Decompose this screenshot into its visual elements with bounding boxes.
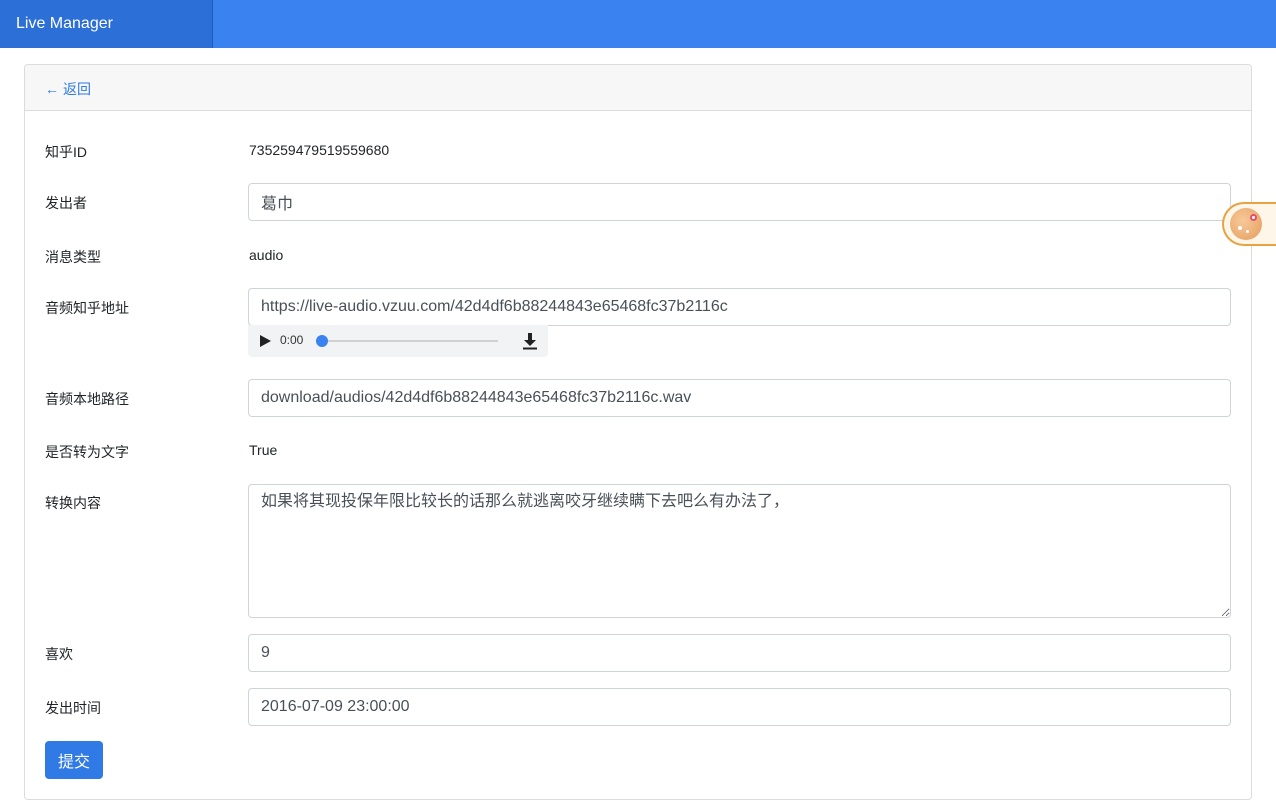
sent-time-input[interactable] — [248, 688, 1231, 726]
content-textarea[interactable]: 如果将其现投保年限比较长的话那么就逃离咬牙继续瞒下去吧么有办法了， — [248, 484, 1231, 618]
likes-label: 喜欢 — [45, 646, 73, 662]
audio-url-input[interactable] — [248, 288, 1231, 326]
audio-url-label: 音频知乎地址 — [45, 300, 129, 316]
card-header: ← 返回 — [25, 65, 1251, 111]
content-label: 转换内容 — [45, 495, 101, 511]
sent-time-label: 发出时间 — [45, 700, 101, 716]
message-type-value: audio — [249, 247, 284, 263]
message-type-label: 消息类型 — [45, 249, 101, 265]
play-icon[interactable] — [258, 334, 272, 348]
assistant-dot — [1250, 214, 1257, 221]
message-detail-card: ←返回 知乎ID 735259479519559680 发出者 消息类型 aud… — [24, 64, 1252, 800]
audio-local-path-label: 音频本地路径 — [45, 391, 129, 407]
submit-button[interactable]: 提交 — [45, 741, 103, 779]
back-label: 返回 — [63, 81, 91, 97]
audio-progress-track[interactable] — [320, 340, 498, 342]
audio-player: 0:00 — [248, 325, 548, 357]
converted-value: True — [249, 442, 278, 458]
floating-assistant-icon[interactable] — [1222, 202, 1276, 246]
back-link[interactable]: ← 返回 — [45, 79, 91, 99]
assistant-dot — [1238, 226, 1242, 230]
audio-local-path-input[interactable] — [248, 379, 1231, 417]
sender-label: 发出者 — [45, 195, 87, 211]
download-icon[interactable] — [522, 332, 538, 350]
top-navbar: Live Manager — [0, 0, 1276, 48]
assistant-ball — [1230, 208, 1262, 240]
assistant-dot — [1246, 230, 1249, 233]
sender-input[interactable] — [248, 183, 1231, 221]
zhihu-id-value: 735259479519559680 — [249, 142, 390, 158]
audio-progress-knob[interactable] — [316, 335, 328, 347]
app-brand[interactable]: Live Manager — [0, 0, 213, 48]
audio-time: 0:00 — [280, 333, 304, 347]
converted-label: 是否转为文字 — [45, 444, 129, 460]
arrow-left-icon: ← — [45, 81, 59, 97]
likes-input[interactable] — [248, 634, 1231, 672]
zhihu-id-label: 知乎ID — [45, 144, 87, 160]
